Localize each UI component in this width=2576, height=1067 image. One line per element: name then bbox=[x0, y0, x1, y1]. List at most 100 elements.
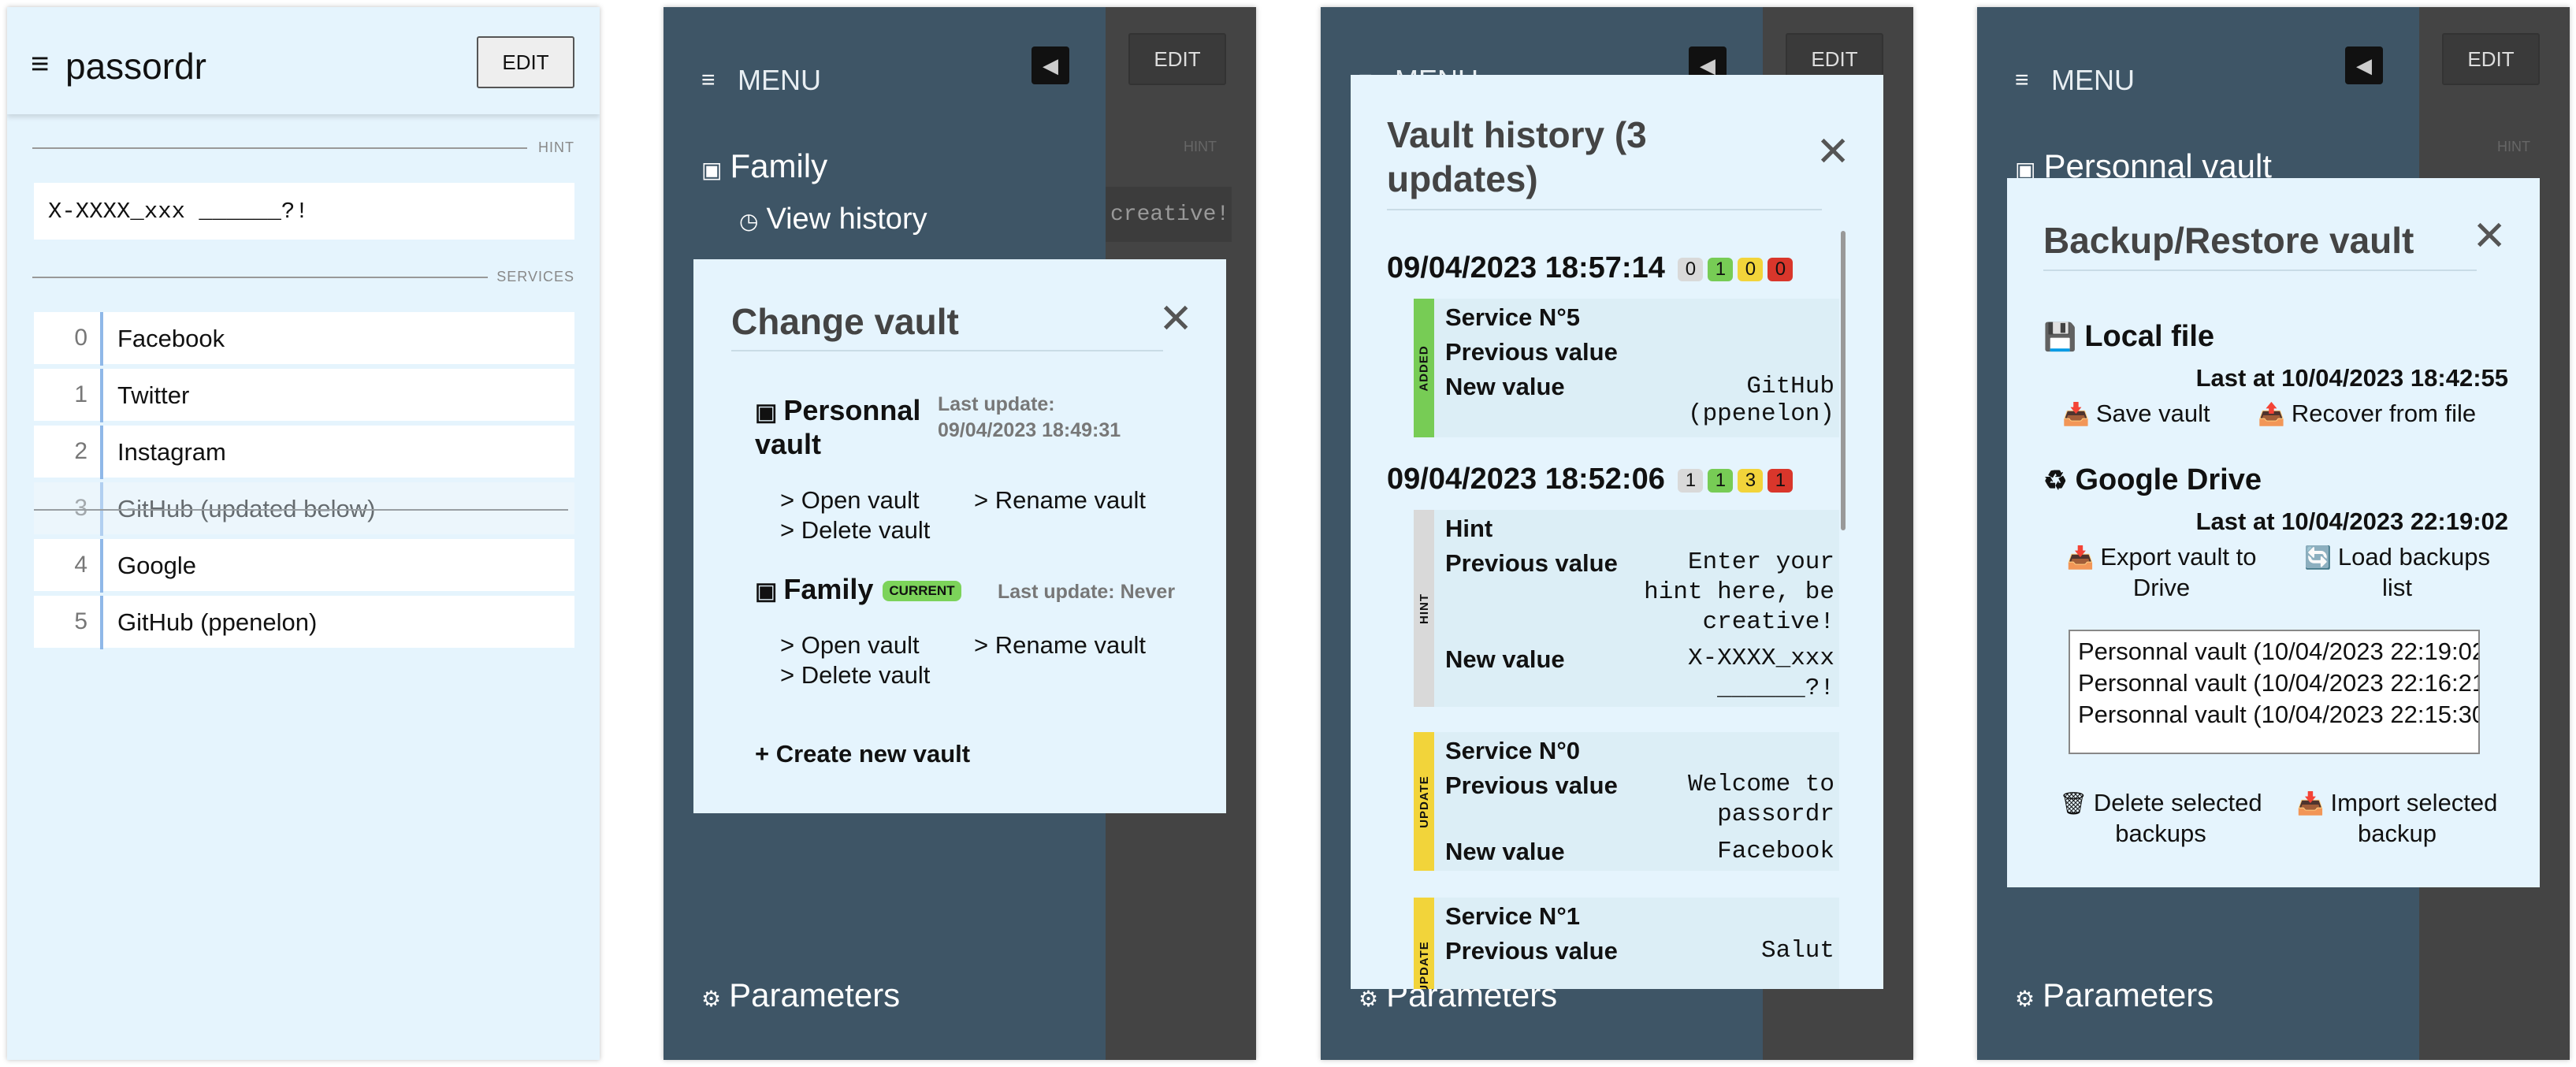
recycle-icon: ♻ bbox=[2043, 466, 2068, 496]
close-icon[interactable]: ✕ bbox=[1158, 299, 1193, 340]
title-divider bbox=[1387, 209, 1822, 210]
card-heading: Service N°5 bbox=[1445, 303, 1580, 331]
vault-icon: ▣ bbox=[755, 400, 778, 426]
prev-row: Previous value Welcome to passordr bbox=[1445, 771, 1834, 828]
service-name: Google bbox=[117, 552, 196, 579]
value-line: GitHub bbox=[1746, 373, 1834, 400]
service-row[interactable]: 2 Instagram bbox=[34, 426, 574, 479]
save-vault-button[interactable]: 📥 Save vault bbox=[2062, 399, 2210, 429]
import-icon: 📥 bbox=[2296, 791, 2325, 816]
clock-icon: ◷ bbox=[739, 209, 759, 233]
menu-item-family[interactable]: ▣ Family bbox=[701, 147, 827, 185]
backup-list-item[interactable]: Personnal vault (10/04/2023 22:15:30) bbox=[2078, 699, 2478, 731]
delete-selected-button[interactable]: 🗑 Delete selected backups bbox=[2046, 788, 2275, 850]
value-line: (ppenelon) bbox=[1687, 400, 1834, 428]
shade-edit-button: EDIT bbox=[2442, 33, 2540, 85]
parameters-label: Parameters bbox=[729, 976, 901, 1013]
open-vault-link[interactable]: > Open vault bbox=[780, 486, 920, 515]
service-row[interactable]: 5 GitHub (ppenelon) bbox=[34, 596, 574, 649]
history-card-hint: HINT Hint Previous value Enter your hint … bbox=[1414, 510, 1839, 707]
backup-list-item[interactable]: Personnal vault (10/04/2023 22:16:21) bbox=[2078, 667, 2478, 699]
change-vault-modal: Change vault ✕ ▣ Personnal vault Last upd… bbox=[693, 259, 1226, 813]
section-title: Local file bbox=[2084, 320, 2215, 353]
google-drive-section: ♻ Google Drive bbox=[2043, 463, 2262, 497]
button-label: Save vault bbox=[2095, 400, 2210, 427]
value-line: hint here, be bbox=[1644, 578, 1834, 606]
service-row[interactable]: 4 Google bbox=[34, 539, 574, 593]
open-vault-link[interactable]: > Open vault bbox=[780, 631, 920, 660]
value-line: creative! bbox=[1702, 608, 1834, 636]
service-name: Facebook bbox=[117, 325, 225, 352]
service-index: 4 bbox=[34, 539, 103, 593]
button-label: backups bbox=[2115, 819, 2206, 847]
menu-burger-icon: ≡ bbox=[2015, 67, 2029, 93]
delete-vault-link[interactable]: > Delete vault bbox=[780, 516, 930, 545]
menu-item-parameters[interactable]: ⚙ Parameters bbox=[2015, 976, 2214, 1014]
button-label: Load backups bbox=[2337, 543, 2490, 571]
back-icon[interactable]: ◀ bbox=[1032, 46, 1069, 84]
value-line: passordr bbox=[1717, 801, 1834, 828]
recover-from-file-button[interactable]: 📤 Recover from file bbox=[2258, 399, 2476, 429]
button-label: list bbox=[2382, 573, 2412, 601]
close-icon[interactable]: ✕ bbox=[1816, 132, 1850, 173]
modal-title: Change vault bbox=[731, 301, 959, 342]
new-row: New value X-XXXX_xxx ______?! bbox=[1445, 645, 1834, 702]
card-heading: Hint bbox=[1445, 515, 1493, 542]
button-label: Import selected bbox=[2330, 789, 2498, 816]
service-row[interactable]: 1 Twitter bbox=[34, 369, 574, 422]
rename-vault-link[interactable]: > Rename vault bbox=[974, 631, 1146, 660]
gears-icon: ⚙ bbox=[1359, 987, 1379, 1011]
upload-icon: 📤 bbox=[2258, 402, 2285, 426]
prev-label: Previous value bbox=[1445, 937, 1618, 965]
delete-vault-link[interactable]: > Delete vault bbox=[780, 661, 930, 690]
value-line: X-XXXX_xxx bbox=[1687, 645, 1834, 672]
edit-button[interactable]: EDIT bbox=[477, 36, 574, 88]
create-vault-button[interactable]: + Create new vault bbox=[755, 740, 970, 768]
parameters-label: Parameters bbox=[2043, 976, 2214, 1013]
app-title: passordr bbox=[65, 46, 206, 87]
value-line: ______?! bbox=[1717, 675, 1834, 702]
backups-list[interactable]: Personnal vault (10/04/2023 22:19:02) Pe… bbox=[2069, 630, 2480, 754]
vault-personnal[interactable]: ▣ Personnal vault bbox=[755, 393, 920, 461]
backup-list-item[interactable]: Personnal vault (10/04/2023 22:19:02) bbox=[2078, 636, 2478, 667]
export-to-drive-button[interactable]: 📥 Export vault to Drive bbox=[2059, 542, 2264, 604]
change-vault-screen: ≡ MENU ◀ ▣ Family ◷ View history ⚙ Paramete… bbox=[664, 7, 1256, 1060]
local-file-section: 💾 Local file bbox=[2043, 320, 2214, 354]
card-tag-label: HINT bbox=[1417, 593, 1431, 624]
service-name: GitHub (ppenelon) bbox=[117, 608, 318, 636]
history-entry-date: 09/04/2023 18:52:06 1131 bbox=[1387, 463, 1794, 496]
last-update-label: Last update: bbox=[938, 393, 1055, 415]
button-label: Delete selected bbox=[2093, 789, 2262, 816]
prev-value: Welcome to passordr bbox=[1688, 770, 1834, 830]
vault-history-modal: Vault history (3 updates) ✕ 09/04/2023 1… bbox=[1351, 75, 1883, 989]
service-row[interactable]: 0 Facebook bbox=[34, 312, 574, 366]
shade-edit-button: EDIT bbox=[1128, 33, 1226, 85]
card-tag-label: UPDATE bbox=[1417, 940, 1431, 989]
vault-family[interactable]: ▣ Family CURRENT bbox=[755, 573, 961, 606]
scrollbar[interactable] bbox=[1841, 231, 1846, 530]
new-row: New value Facebook bbox=[1445, 838, 1834, 866]
load-backups-button[interactable]: 🔄 Load backups list bbox=[2291, 542, 2504, 604]
new-value: X-XXXX_xxx ______?! bbox=[1688, 644, 1834, 704]
back-icon[interactable]: ◀ bbox=[2345, 46, 2383, 84]
services-section-label: SERVICES bbox=[496, 269, 574, 284]
value-line: Welcome to bbox=[1687, 771, 1834, 798]
rename-vault-link[interactable]: > Rename vault bbox=[974, 486, 1146, 515]
last-update: Last update: Never bbox=[998, 581, 1176, 603]
vault-icon: ▣ bbox=[701, 158, 723, 182]
last-update-date: 09/04/2023 18:49:31 bbox=[938, 418, 1121, 441]
count-chip: 1 bbox=[1708, 468, 1734, 493]
service-index: 1 bbox=[34, 369, 103, 422]
service-row-updated[interactable]: 3 GitHub (updated below) bbox=[34, 482, 574, 536]
service-name: Instagram bbox=[117, 438, 226, 466]
import-selected-button[interactable]: 📥 Import selected backup bbox=[2283, 788, 2511, 850]
hint-value[interactable]: X-XXXX_xxx ______?! bbox=[34, 183, 574, 240]
history-card-added: ADDED Service N°5 Previous value New val… bbox=[1414, 299, 1839, 437]
count-chip: 3 bbox=[1738, 468, 1764, 493]
close-icon[interactable]: ✕ bbox=[2472, 216, 2507, 257]
new-value: GitHub (ppenelon) bbox=[1688, 373, 1834, 428]
card-tag: UPDATE bbox=[1414, 898, 1434, 989]
view-history-link[interactable]: ◷ View history bbox=[739, 203, 927, 236]
menu-item-parameters[interactable]: ⚙ Parameters bbox=[701, 976, 900, 1014]
hamburger-menu-icon[interactable]: ≡ bbox=[31, 48, 49, 80]
